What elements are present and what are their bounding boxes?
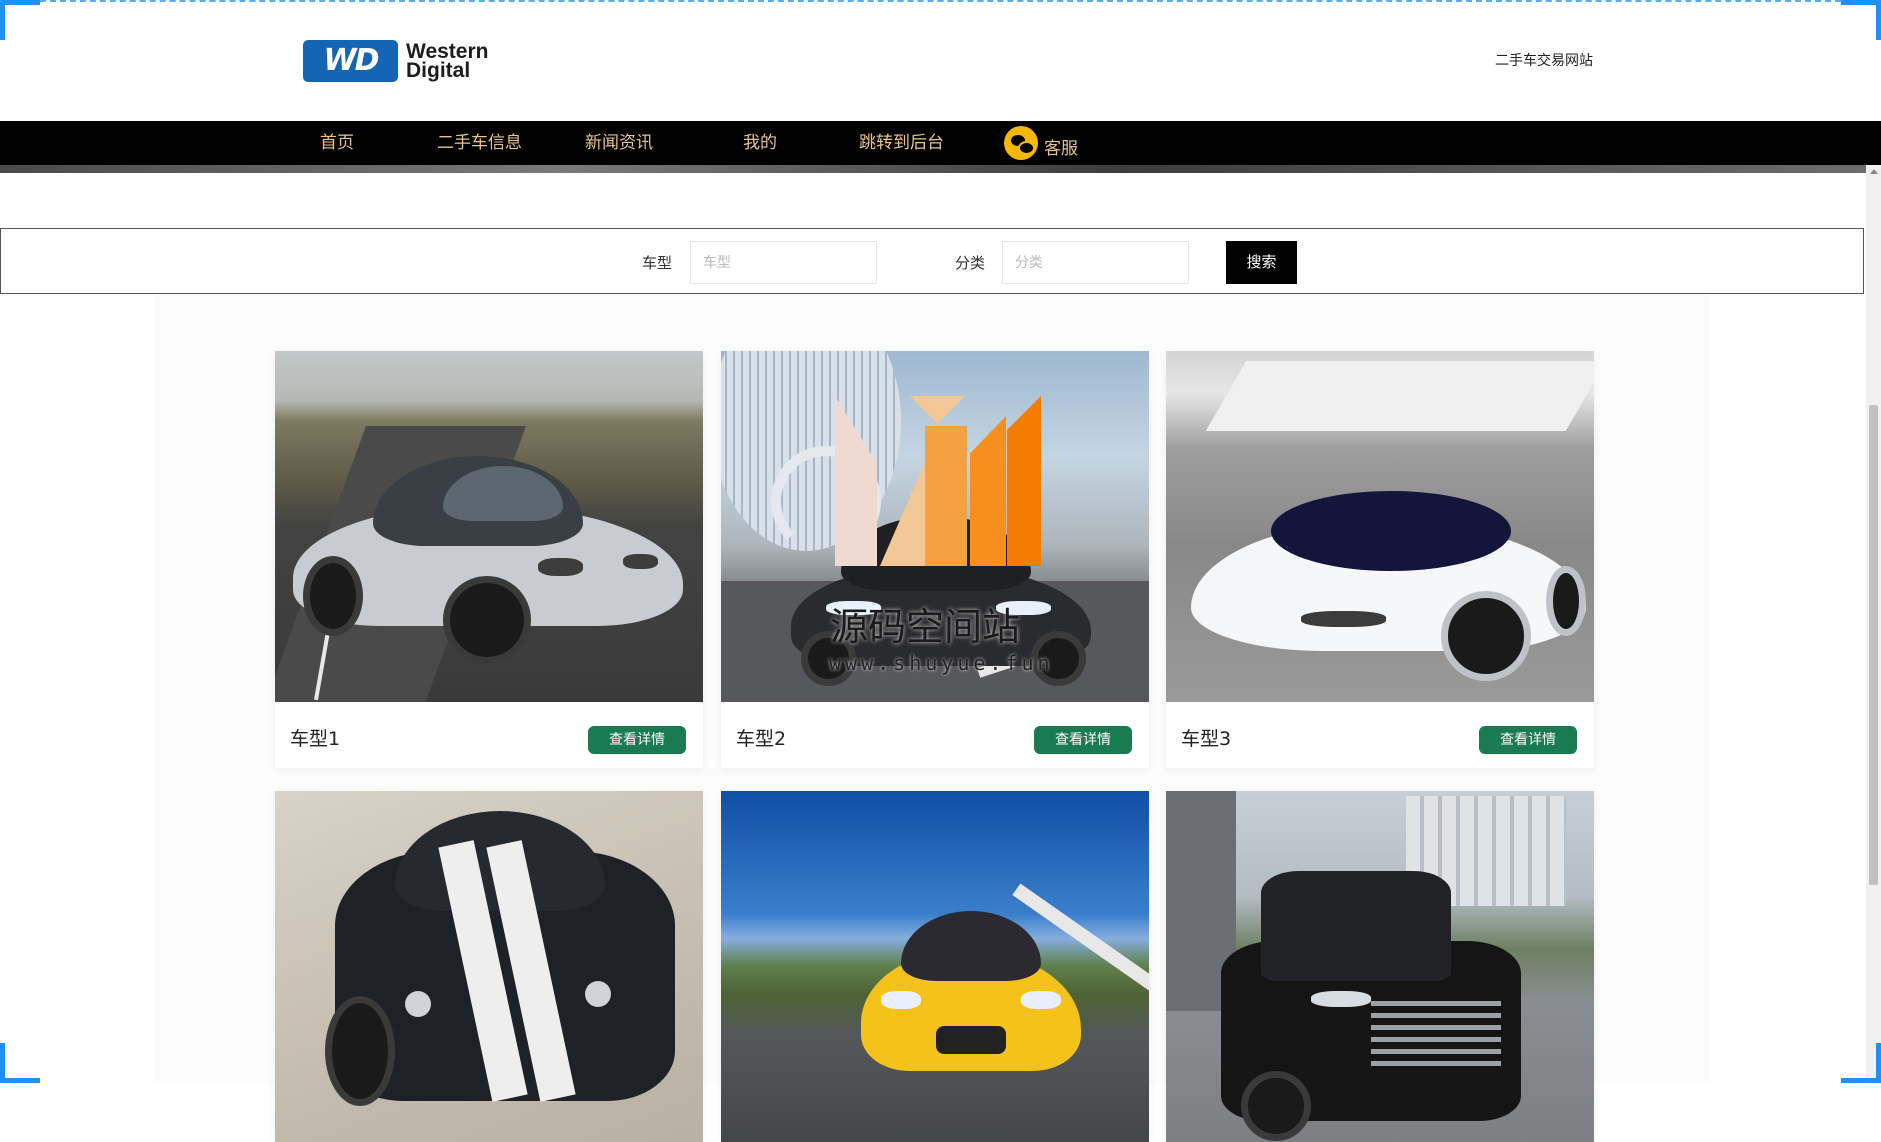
car-card-2[interactable]: 车型2 查看详情 [721, 351, 1149, 768]
scroll-thumb[interactable] [1869, 405, 1878, 885]
search-button[interactable]: 搜索 [1226, 241, 1297, 284]
car-card-1[interactable]: 车型1 查看详情 [275, 351, 703, 768]
scroll-up-arrow-icon[interactable] [1870, 169, 1878, 174]
car-card-3[interactable]: 车型3 查看详情 [1166, 351, 1594, 768]
nav-mine[interactable]: 我的 [743, 121, 777, 165]
banner-strip [0, 165, 1868, 173]
site-logo[interactable]: WD Western Digital [303, 40, 488, 82]
car-image-5[interactable] [721, 791, 1149, 1142]
nav-used-cars[interactable]: 二手车信息 [437, 121, 522, 165]
frame-top-dash [40, 0, 1841, 2]
car-title-2: 车型2 [736, 724, 786, 751]
nav-home[interactable]: 首页 [320, 121, 354, 165]
car-image-2[interactable] [721, 351, 1149, 702]
view-details-button-1[interactable]: 查看详情 [588, 726, 686, 754]
view-details-button-2[interactable]: 查看详情 [1034, 726, 1132, 754]
frame-corner-top-left [0, 0, 40, 40]
model-label: 车型 [642, 252, 672, 273]
car-image-3[interactable] [1166, 351, 1594, 702]
search-bar: 车型 分类 搜索 [0, 228, 1864, 294]
car-image-1[interactable] [275, 351, 703, 702]
category-input[interactable] [1002, 241, 1189, 284]
car-card-4[interactable] [275, 791, 703, 1142]
site-title: 二手车交易网站 [1495, 50, 1593, 70]
car-image-6[interactable] [1166, 791, 1594, 1142]
logo-badge: WD [303, 40, 398, 82]
frame-corner-bottom-left [0, 1043, 40, 1083]
car-title-1: 车型1 [290, 724, 340, 751]
site-header: WD Western Digital 二手车交易网站 [0, 0, 1868, 121]
main-nav: 首页 二手车信息 新闻资讯 我的 跳转到后台 客服 [0, 121, 1881, 165]
car-card-6[interactable] [1166, 791, 1594, 1142]
car-title-3: 车型3 [1181, 724, 1231, 751]
car-card-footer-1: 车型1 查看详情 [275, 702, 703, 768]
frame-corner-top-right [1841, 0, 1881, 40]
wechat-icon[interactable] [1004, 126, 1038, 160]
nav-admin[interactable]: 跳转到后台 [859, 121, 944, 165]
frame-corner-bottom-right [1841, 1043, 1881, 1083]
nav-news[interactable]: 新闻资讯 [585, 121, 653, 165]
category-label: 分类 [955, 252, 985, 273]
view-details-button-3[interactable]: 查看详情 [1479, 726, 1577, 754]
logo-line-2: Digital [406, 61, 488, 80]
car-image-4[interactable] [275, 791, 703, 1142]
page-scrollbar[interactable] [1866, 165, 1881, 1083]
logo-wordmark: Western Digital [406, 42, 488, 80]
car-card-5[interactable] [721, 791, 1149, 1142]
model-input[interactable] [690, 241, 877, 284]
car-card-footer-2: 车型2 查看详情 [721, 702, 1149, 768]
car-card-footer-3: 车型3 查看详情 [1166, 702, 1594, 768]
